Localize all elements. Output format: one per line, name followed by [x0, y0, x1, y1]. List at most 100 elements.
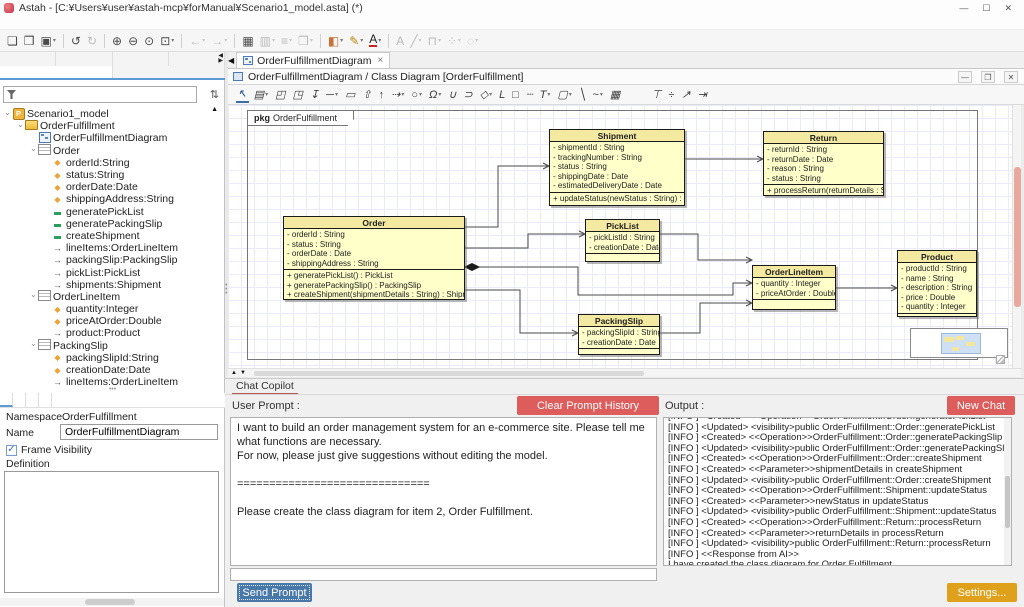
- line-tool-icon[interactable]: ╲: [577, 86, 588, 103]
- tree-item[interactable]: createShipment: [0, 230, 224, 242]
- fit-window-icon[interactable]: ⊡: [158, 32, 176, 50]
- package-tool-icon[interactable]: ◰: [273, 86, 287, 103]
- new-chat-button[interactable]: New Chat: [947, 396, 1015, 415]
- canvas-vscrollbar[interactable]: [1012, 105, 1021, 368]
- align-top-icon[interactable]: ⊤: [650, 86, 664, 103]
- tree-item[interactable]: generatePackingSlip: [0, 218, 224, 230]
- expander-icon[interactable]: [29, 341, 38, 350]
- ptab-hyperlink[interactable]: [26, 393, 39, 407]
- separator[interactable]: [320, 34, 321, 48]
- corner-tool-icon[interactable]: L: [497, 86, 507, 103]
- tree-item[interactable]: packingSlipId:String: [0, 352, 224, 364]
- class-node[interactable]: Return - returnId : String- returnDate :…: [763, 131, 884, 196]
- hierarchy-icon[interactable]: ▥: [258, 32, 277, 50]
- redo-icon[interactable]: ↻: [85, 32, 99, 50]
- expander-icon[interactable]: [16, 122, 25, 131]
- mdi-close-icon[interactable]: ✕: [1004, 71, 1018, 83]
- text-tool-icon[interactable]: T: [538, 86, 553, 103]
- prompt-input[interactable]: [230, 568, 657, 581]
- interface-tool-icon[interactable]: Ω: [427, 86, 443, 103]
- stereotype-icon[interactable]: ◌: [465, 32, 480, 50]
- adjust-size-icon[interactable]: ↗: [679, 86, 692, 103]
- font-color-icon[interactable]: A: [367, 32, 383, 50]
- save-icon[interactable]: ▣: [39, 32, 58, 50]
- align-icon[interactable]: ≡: [279, 32, 294, 50]
- font-size-icon[interactable]: A: [394, 32, 406, 50]
- align-left-icon[interactable]: ⇥: [696, 86, 709, 103]
- name-field[interactable]: [60, 424, 218, 440]
- mdi-restore-icon[interactable]: ❐: [981, 71, 995, 83]
- separator[interactable]: [234, 34, 235, 48]
- class-node[interactable]: PickList - pickListId : String- creation…: [585, 219, 660, 262]
- note-tool-icon[interactable]: □: [510, 86, 521, 103]
- tree-item[interactable]: Scenario1_model: [0, 108, 224, 120]
- close-icon[interactable]: ✕: [1004, 1, 1012, 15]
- class-node[interactable]: Shipment - shipmentId : String- tracking…: [549, 129, 685, 206]
- tree-item[interactable]: product:Product: [0, 327, 224, 339]
- image-tool-icon[interactable]: ▦: [608, 86, 622, 103]
- mdi-minimize-icon[interactable]: —: [958, 71, 972, 83]
- tree-layout-icon[interactable]: ⊓: [426, 32, 443, 50]
- class-tool-icon[interactable]: ▤: [252, 86, 270, 103]
- tab-scroll-icons[interactable]: ◀▶: [218, 54, 223, 64]
- tree-item[interactable]: generatePickList: [0, 206, 224, 218]
- back-icon[interactable]: ←: [187, 32, 207, 50]
- tree-item[interactable]: OrderFulfillmentDiagram: [0, 132, 224, 144]
- splitter-up-icon[interactable]: ▲: [231, 370, 237, 376]
- ptab-initial-visibility[interactable]: [39, 393, 52, 407]
- class-node[interactable]: Order - orderId : String- status : Strin…: [283, 216, 465, 300]
- separator[interactable]: [63, 34, 64, 48]
- tree-item[interactable]: priceAtOrder:Double: [0, 315, 224, 327]
- sync-icon[interactable]: ⇅: [210, 88, 219, 101]
- new-file-icon[interactable]: ❏: [5, 32, 20, 50]
- rect-tool-icon[interactable]: ▢: [555, 86, 573, 103]
- tree-item[interactable]: quantity:Integer: [0, 303, 224, 315]
- realization-tool-icon[interactable]: ↑: [377, 86, 387, 103]
- tree-item[interactable]: creationDate:Date: [0, 364, 224, 376]
- expander-icon[interactable]: [3, 110, 12, 119]
- port-tool-icon[interactable]: ◇: [478, 86, 494, 103]
- tree-item[interactable]: shippingAddress:String: [0, 193, 224, 205]
- class-node[interactable]: Product - productId : String- name : Str…: [897, 250, 977, 317]
- class-node[interactable]: PackingSlip - packingSlipId : String- cr…: [578, 314, 660, 355]
- fill-color-icon[interactable]: ◧: [326, 32, 345, 50]
- tab-alias[interactable]: [169, 52, 225, 66]
- distribute-icon[interactable]: ÷: [666, 86, 676, 103]
- filter-input[interactable]: [3, 86, 197, 103]
- zoom-in-icon[interactable]: ⊕: [110, 32, 124, 50]
- separator[interactable]: [388, 34, 389, 48]
- resize-grip-icon[interactable]: [996, 355, 1005, 364]
- line-color-icon[interactable]: ✎: [347, 32, 365, 50]
- tree-item[interactable]: pickList:PickList: [0, 266, 224, 278]
- association-tool-icon[interactable]: ─: [324, 86, 340, 103]
- diagram-tab[interactable]: OrderFulfillmentDiagram ×: [236, 52, 390, 68]
- usage-tool-icon[interactable]: ∪: [446, 86, 458, 103]
- group-icon[interactable]: ❐: [296, 32, 315, 50]
- tree-item[interactable]: OrderLineItem: [0, 291, 224, 303]
- select-tool-icon[interactable]: ↖: [236, 86, 249, 103]
- minimize-icon[interactable]: —: [959, 1, 968, 15]
- dotted-tool-icon[interactable]: ┄: [524, 86, 535, 103]
- instance-tool-icon[interactable]: ○: [409, 86, 424, 103]
- separator[interactable]: [181, 34, 182, 48]
- dependency-tool-icon[interactable]: ⇢: [389, 86, 406, 103]
- tree-item[interactable]: Order: [0, 145, 224, 157]
- forward-icon[interactable]: →: [209, 32, 229, 50]
- output-log[interactable]: [INFO ] <Created> <<Operation>>OrderFulf…: [663, 417, 1012, 566]
- tree-item[interactable]: status:String: [0, 169, 224, 181]
- diagram-map-icon[interactable]: ▦: [240, 32, 255, 50]
- line-style-icon[interactable]: ╱: [408, 32, 423, 50]
- distribute-icon[interactable]: ⁘: [445, 32, 463, 50]
- definition-field[interactable]: [4, 471, 219, 593]
- zoom-out-icon[interactable]: ⊖: [126, 32, 140, 50]
- tab-search[interactable]: [113, 52, 169, 66]
- curve-tool-icon[interactable]: ~: [590, 86, 604, 103]
- canvas-hscrollbar[interactable]: ▲ ▼: [228, 368, 1021, 377]
- ptab-base[interactable]: [0, 393, 13, 407]
- tree-item[interactable]: packingSlip:PackingSlip: [0, 254, 224, 266]
- separator[interactable]: [104, 34, 105, 48]
- tree-item[interactable]: orderDate:Date: [0, 181, 224, 193]
- model-tool-icon[interactable]: ◳: [291, 86, 305, 103]
- tab-scroll-left-icon[interactable]: ◀: [228, 56, 234, 65]
- generalization-tool-icon[interactable]: ⇧: [360, 86, 373, 103]
